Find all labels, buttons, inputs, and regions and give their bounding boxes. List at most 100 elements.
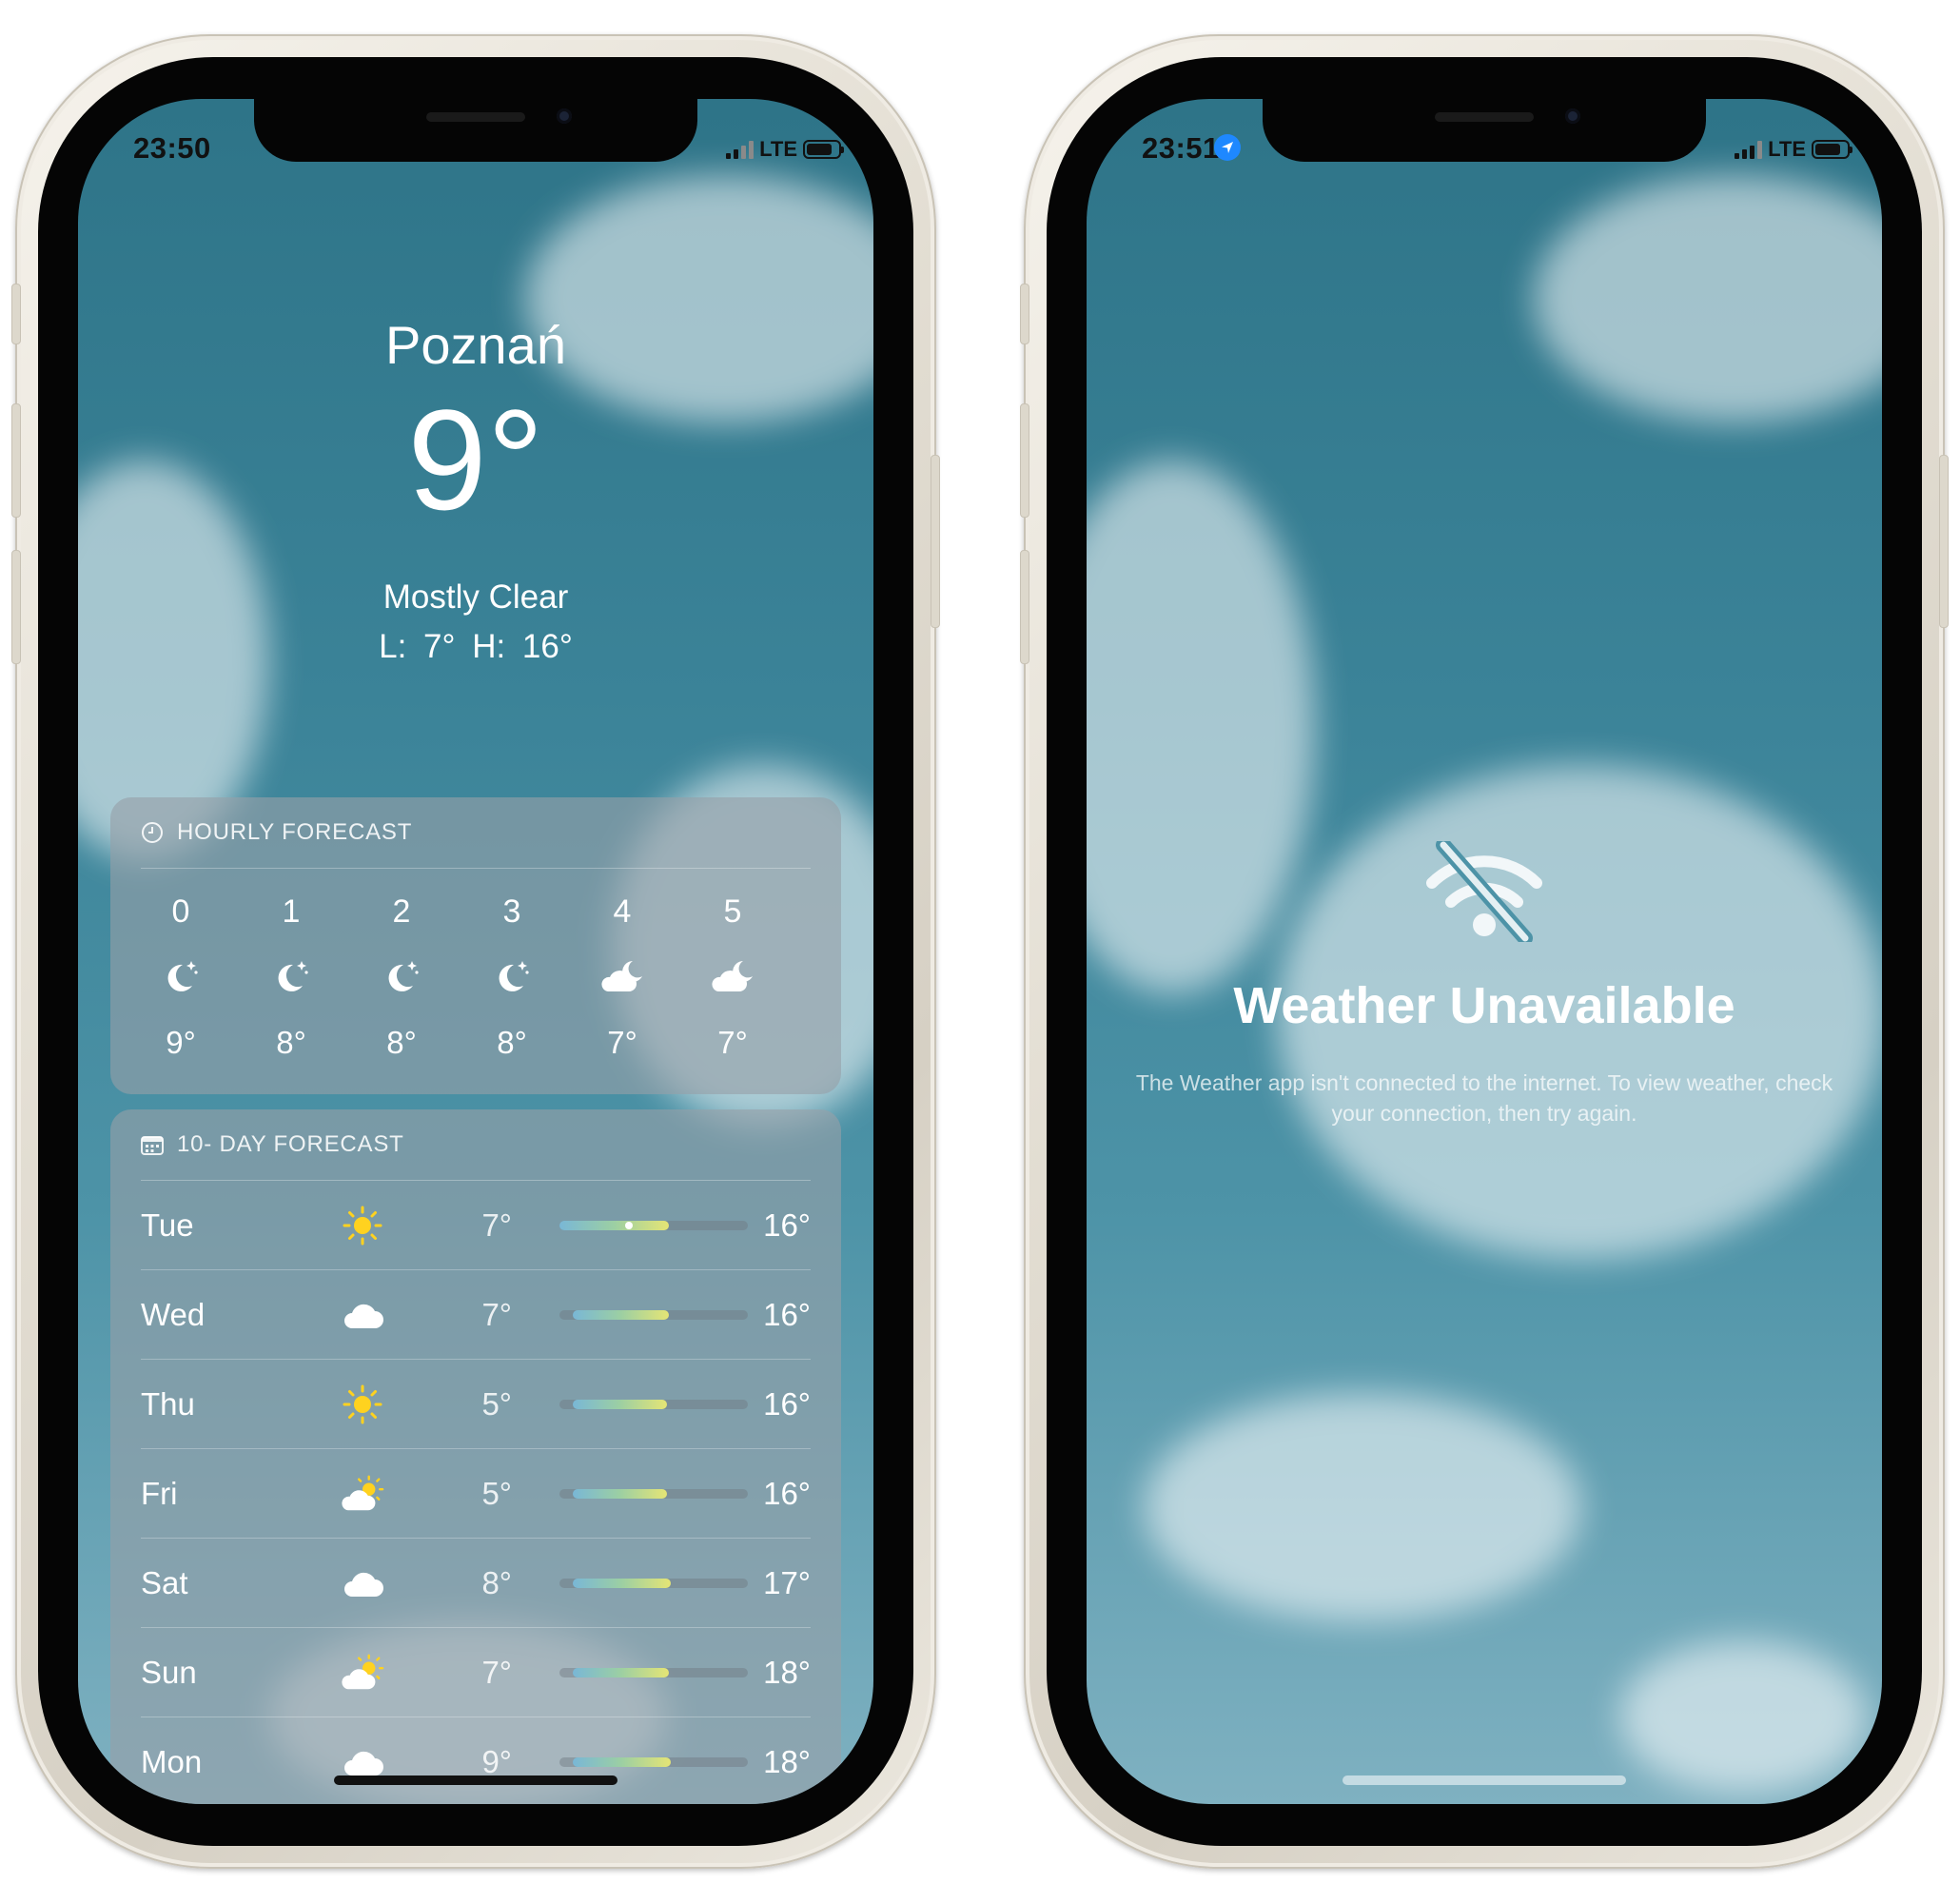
- temperature-range-bar: [559, 1310, 748, 1320]
- temperature-range-bar: [559, 1221, 748, 1230]
- signal-icon: [726, 140, 755, 159]
- temperature-range-bar: [559, 1400, 748, 1409]
- temperature-range-fill: [572, 1400, 667, 1409]
- daily-row[interactable]: Sun 7° 18°: [141, 1628, 811, 1717]
- daily-forecast-title: 10- DAY FORECAST: [177, 1131, 404, 1157]
- sky-cloud: [525, 175, 873, 422]
- sky-cloud: [1144, 1393, 1581, 1621]
- daily-row[interactable]: Wed 7° 16°: [141, 1270, 811, 1360]
- status-time: 23:51: [1142, 131, 1220, 165]
- mute-switch: [1020, 284, 1029, 344]
- moon-stars-icon: [236, 943, 346, 1010]
- hourly-columns[interactable]: 0 9° 1 8° 2 8° 3 8° 4 7° 5 7°: [110, 869, 841, 1076]
- volume-up-button: [1020, 403, 1029, 518]
- moon-stars-icon: [457, 943, 567, 1010]
- high-temperature: 17°: [763, 1565, 811, 1600]
- speaker: [426, 112, 525, 122]
- low-high-text: L: 7° H: 16°: [379, 628, 573, 665]
- home-indicator[interactable]: [1343, 1775, 1626, 1785]
- hourly-forecast-card[interactable]: HOURLY FORECAST 0 9° 1 8° 2 8° 3 8° 4 7° 5 7°: [110, 797, 841, 1094]
- status-bar: 23:50 LTE: [78, 131, 873, 173]
- cloud-sun-icon: [341, 1651, 384, 1695]
- cloud-icon: [341, 1561, 384, 1605]
- weather-unavailable-screen: 23:51 LTE Weather Unavailable The Weathe…: [1087, 99, 1882, 1804]
- status-bar: 23:51 LTE: [1087, 131, 1882, 173]
- temperature-range-bar: [559, 1668, 748, 1677]
- error-message: The Weather app isn't connected to the i…: [1135, 1070, 1833, 1126]
- volume-down-button: [11, 550, 21, 664]
- hour-temperature: 8°: [497, 1025, 527, 1060]
- hourly-item: 2 8°: [346, 880, 457, 1076]
- hourly-item: 5 7°: [677, 880, 788, 1076]
- low-temperature: 7°: [481, 1655, 512, 1690]
- daily-row[interactable]: Mon 9° 18°: [141, 1717, 811, 1804]
- home-indicator[interactable]: [334, 1775, 617, 1785]
- battery-icon: [1812, 140, 1852, 159]
- hourly-item: 1 8°: [236, 880, 346, 1076]
- weather-screen: 23:50 LTE Poznań 9° Mostly Clear L: 7° H…: [78, 99, 873, 1804]
- low-temperature: 5°: [481, 1386, 512, 1422]
- high-temperature: 16°: [763, 1297, 811, 1332]
- day-label: Mon: [141, 1744, 203, 1779]
- status-indicators: LTE: [726, 137, 844, 162]
- daily-row[interactable]: Fri 5° 16°: [141, 1449, 811, 1539]
- daily-row[interactable]: Thu 5° 16°: [141, 1360, 811, 1449]
- day-label: Tue: [141, 1207, 194, 1243]
- low-temperature: 9°: [481, 1744, 512, 1779]
- location-arrow-icon: [1214, 134, 1241, 161]
- hour-label: 0: [171, 893, 190, 930]
- clock-icon: [142, 822, 163, 843]
- day-label: Wed: [141, 1297, 206, 1332]
- hour-temperature: 8°: [386, 1025, 417, 1060]
- temperature-range-fill: [572, 1489, 667, 1499]
- hour-label: 4: [613, 893, 632, 930]
- temperature-range-fill: [572, 1579, 671, 1588]
- hour-temperature: 8°: [276, 1025, 306, 1060]
- camera: [557, 108, 572, 124]
- hourly-item: 0 9°: [126, 880, 236, 1076]
- hourly-item: 3 8°: [457, 880, 567, 1076]
- hourly-forecast-title: HOURLY FORECAST: [177, 819, 413, 845]
- cloud-sun-icon: [341, 1472, 384, 1516]
- daily-rows[interactable]: Tue 7° 16° Wed 7° 16° Thu 5° 16° Fri 5° 16° Sat 8° 17°…: [110, 1181, 841, 1804]
- hour-label: 1: [282, 893, 301, 930]
- sky-cloud: [1534, 175, 1882, 422]
- condition-text: Mostly Clear: [382, 579, 569, 616]
- hour-label: 2: [392, 893, 411, 930]
- day-label: Sun: [141, 1655, 197, 1690]
- temperature-range-fill: [572, 1757, 671, 1767]
- hour-temperature: 7°: [607, 1025, 637, 1060]
- hour-temperature: 9°: [166, 1025, 196, 1060]
- temperature-range-bar: [559, 1757, 748, 1767]
- phone-right: 23:51 LTE Weather Unavailable The Weathe…: [1020, 34, 1949, 1869]
- low-temperature: 8°: [481, 1565, 512, 1600]
- daily-row[interactable]: Sat 8° 17°: [141, 1539, 811, 1628]
- high-temperature: 16°: [763, 1386, 811, 1422]
- low-temperature: 7°: [481, 1207, 512, 1243]
- error-title: Weather Unavailable: [1233, 977, 1735, 1034]
- day-label: Thu: [141, 1386, 195, 1422]
- camera: [1565, 108, 1580, 124]
- calendar-icon: [141, 1136, 164, 1155]
- daily-row[interactable]: Tue 7° 16°: [141, 1181, 811, 1270]
- weather-unavailable-message: Weather Unavailable The Weather app isn'…: [1087, 841, 1882, 1128]
- low-temperature: 5°: [481, 1476, 512, 1511]
- volume-down-button: [1020, 550, 1029, 664]
- daily-forecast-card[interactable]: 10- DAY FORECAST Tue 7° 16° Wed 7° 16° Thu 5° 16…: [110, 1109, 841, 1804]
- status-indicators: LTE: [1735, 137, 1852, 162]
- hour-label: 3: [502, 893, 521, 930]
- hour-temperature: 7°: [717, 1025, 748, 1060]
- hourly-item: 4 7°: [567, 880, 677, 1076]
- moon-stars-icon: [346, 943, 457, 1010]
- status-time: 23:50: [133, 131, 211, 165]
- cloud-moon-icon: [677, 943, 788, 1010]
- high-temperature: 16°: [763, 1207, 811, 1243]
- high-temperature: 18°: [763, 1744, 811, 1779]
- volume-up-button: [11, 403, 21, 518]
- current-temperature: 9°: [407, 380, 544, 540]
- phone-left: 23:50 LTE Poznań 9° Mostly Clear L: 7° H…: [11, 34, 940, 1869]
- side-button: [931, 455, 940, 628]
- speaker: [1435, 112, 1534, 122]
- mute-switch: [11, 284, 21, 344]
- signal-icon: [1735, 140, 1763, 159]
